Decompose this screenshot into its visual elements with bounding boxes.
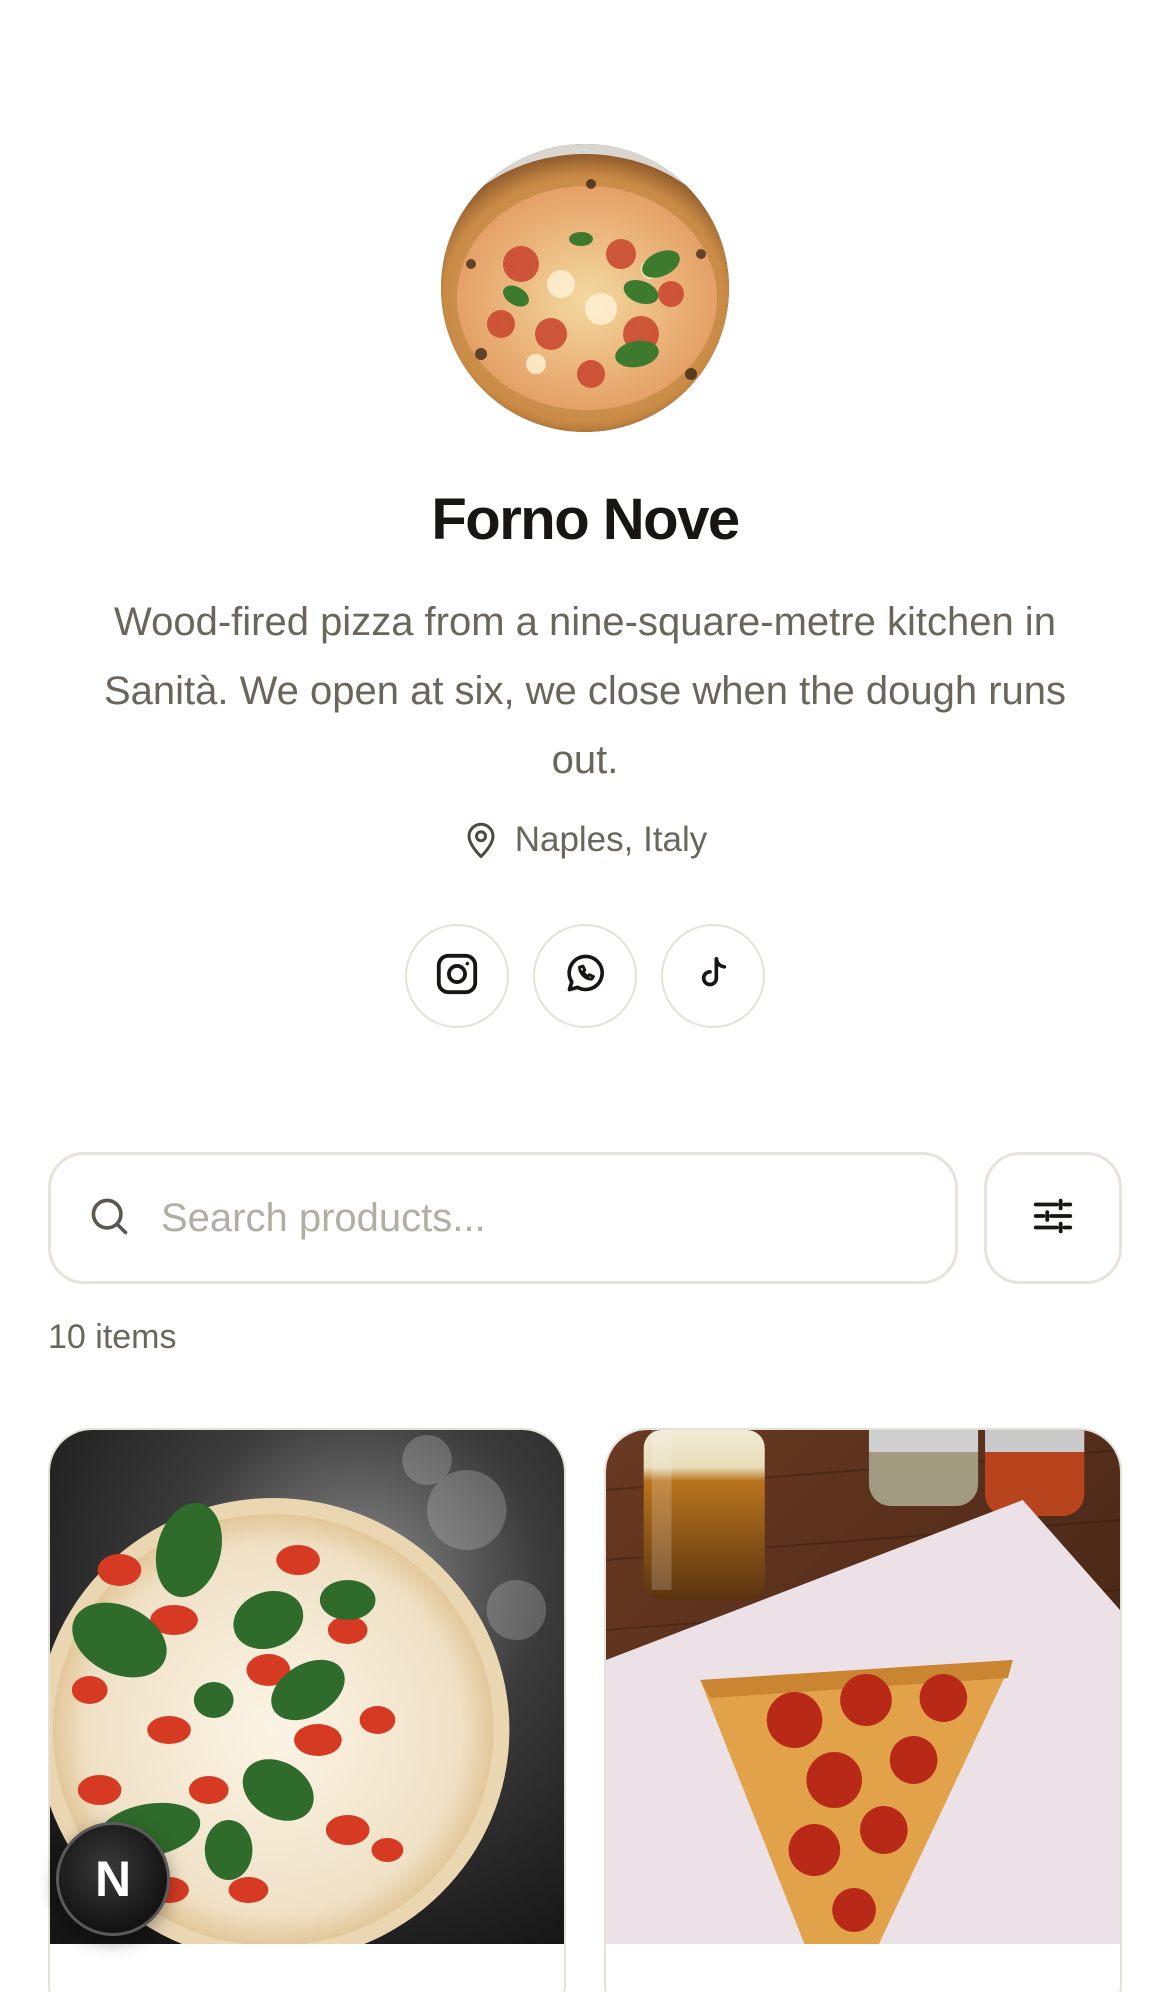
instagram-button[interactable] [405, 924, 509, 1028]
instagram-icon [434, 951, 480, 1002]
store-name: Forno Nove [431, 487, 740, 552]
search-bar[interactable] [48, 1152, 958, 1284]
whatsapp-icon [563, 952, 607, 1001]
sliders-icon [1030, 1193, 1076, 1244]
store-bio: Wood-fired pizza from a nine-square-metr… [60, 588, 1110, 795]
search-input[interactable] [159, 1194, 923, 1242]
search-icon [87, 1194, 131, 1243]
store-location: Naples, Italy [0, 814, 1170, 866]
whatsapp-button[interactable] [533, 924, 637, 1028]
bio-line: Sanità. We open at six, we close when th… [103, 669, 1067, 713]
pepperoni-slice-photo [606, 1430, 1120, 1944]
tiktok-button[interactable] [661, 924, 765, 1028]
map-pin-icon [463, 820, 499, 860]
storefront-page: Forno Nove Wood-fired pizza from a nine-… [0, 0, 1170, 1992]
location-text: Naples, Italy [514, 820, 708, 859]
bio-line: Wood-fired pizza from a nine-square-metr… [114, 600, 1056, 644]
tiktok-icon [693, 954, 733, 999]
dev-badge[interactable]: N [56, 1822, 170, 1936]
bio-line: out. [551, 738, 619, 782]
item-count: 10 items [48, 1318, 177, 1356]
product-card[interactable] [604, 1428, 1122, 1992]
social-links [0, 924, 1170, 1028]
pizza-avatar-image [441, 144, 729, 432]
filter-button[interactable] [984, 1152, 1122, 1284]
profile-avatar [441, 144, 729, 432]
